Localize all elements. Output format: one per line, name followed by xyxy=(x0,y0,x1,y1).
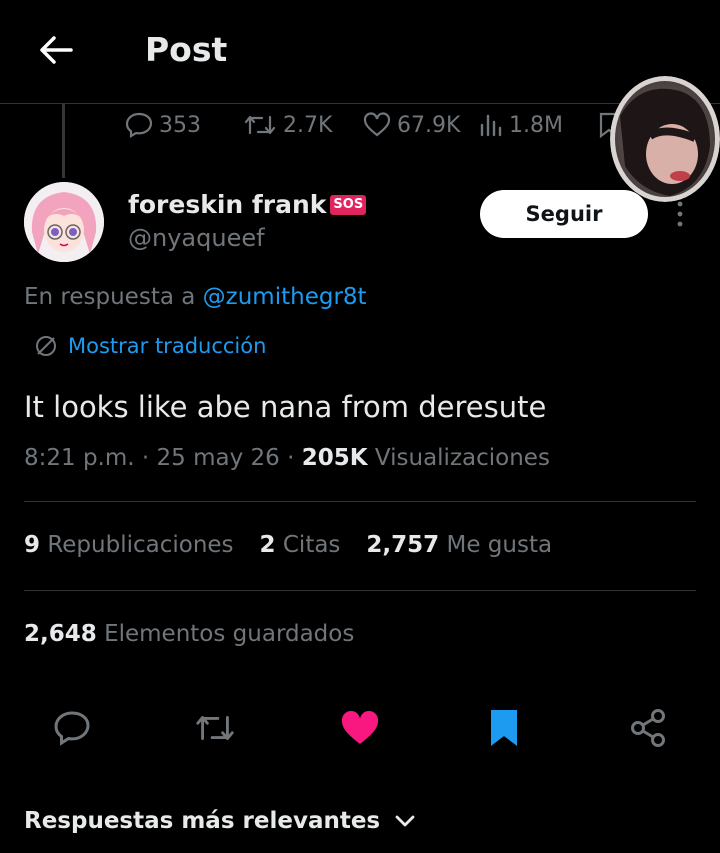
bookmark-button[interactable] xyxy=(482,706,526,750)
author-name[interactable]: foreskin frank SOS xyxy=(128,190,367,219)
meta-separator-1: · xyxy=(141,445,150,471)
share-button[interactable] xyxy=(626,706,670,750)
reposts-stat-count: 9 xyxy=(24,532,41,558)
tweet-views-count: 205K xyxy=(301,445,368,471)
anime-avatar-icon xyxy=(24,182,104,262)
view-count-label: 1.8M xyxy=(509,112,563,138)
quotes-stat-count: 2 xyxy=(259,532,276,558)
tweet-views-label: Visualizaciones xyxy=(374,445,550,471)
divider xyxy=(24,590,696,591)
sort-replies-label: Respuestas más relevantes xyxy=(24,808,381,834)
show-translation-button[interactable]: Mostrar traducción xyxy=(34,334,266,358)
reposts-stat-label: Republicaciones xyxy=(47,532,234,558)
profile-photo-icon xyxy=(610,76,720,202)
like-button[interactable] xyxy=(338,706,382,750)
reply-count-label: 353 xyxy=(159,112,201,138)
author-avatar[interactable] xyxy=(24,182,104,262)
divider xyxy=(24,501,696,502)
reply-prefix: En respuesta a xyxy=(24,284,196,310)
sos-emoji-badge: SOS xyxy=(330,194,367,215)
more-options-button[interactable] xyxy=(672,200,688,228)
repost-button[interactable] xyxy=(193,706,237,750)
view-count[interactable]: 1.8M xyxy=(479,110,563,140)
author-name-label: foreskin frank xyxy=(128,190,327,219)
bookmarks-stat-label: Elementos guardados xyxy=(104,621,355,647)
likes-stat-count: 2,757 xyxy=(366,532,440,558)
show-translation-label: Mostrar traducción xyxy=(68,334,267,358)
bookmark-filled-icon xyxy=(491,710,517,746)
repost-count-label: 2.7K xyxy=(283,112,333,138)
back-arrow-icon xyxy=(40,36,73,64)
reply-icon xyxy=(54,711,90,746)
back-button[interactable] xyxy=(36,30,76,70)
bookmarks-stat[interactable]: 2,648 Elementos guardados xyxy=(24,621,354,647)
follow-button[interactable]: Seguir xyxy=(480,190,648,238)
reply-context: En respuesta a @zumithegr8t xyxy=(24,284,367,310)
reply-mention-link[interactable]: @zumithegr8t xyxy=(203,284,367,310)
like-count[interactable]: 67.9K xyxy=(363,110,460,140)
repost-count[interactable]: 2.7K xyxy=(243,110,332,140)
meta-separator-2: · xyxy=(287,445,295,471)
reposts-stat[interactable]: 9 Republicaciones xyxy=(24,532,234,558)
quotes-stat[interactable]: 2 Citas xyxy=(260,532,341,558)
thread-line xyxy=(62,104,65,178)
sort-replies-dropdown[interactable]: Respuestas más relevantes xyxy=(24,808,416,834)
page-title: Post xyxy=(145,30,228,69)
likes-stat[interactable]: 2,757 Me gusta xyxy=(366,532,552,558)
author-handle[interactable]: @nyaqueef xyxy=(128,224,265,252)
reply-button[interactable] xyxy=(50,706,94,750)
repost-icon xyxy=(244,115,276,135)
top-bar xyxy=(0,0,720,104)
bookmarks-stat-count: 2,648 xyxy=(24,621,97,647)
reply-icon xyxy=(125,112,153,138)
tweet-text: It looks like abe nana from deresute xyxy=(24,390,547,424)
like-count-label: 67.9K xyxy=(397,112,461,138)
share-icon xyxy=(631,709,665,747)
heart-outline-icon xyxy=(363,112,391,137)
views-icon xyxy=(480,114,502,137)
likes-stat-label: Me gusta xyxy=(446,532,553,558)
quotes-stat-label: Citas xyxy=(282,532,341,558)
tweet-date[interactable]: 25 may 26 xyxy=(157,445,280,471)
heart-filled-icon xyxy=(341,710,379,744)
tweet-time[interactable]: 8:21 p.m. xyxy=(24,445,135,471)
repost-icon xyxy=(196,716,234,740)
chevron-down-icon xyxy=(395,815,415,827)
tweet-meta: 8:21 p.m. · 25 may 26 · 205K Visualizaci… xyxy=(24,445,550,471)
translate-icon xyxy=(36,336,56,356)
engagement-stats: 9 Republicaciones 2 Citas 2,757 Me gusta xyxy=(24,532,552,558)
more-vertical-icon xyxy=(677,201,683,227)
reply-count[interactable]: 353 xyxy=(125,110,201,140)
floating-profile-avatar[interactable] xyxy=(610,76,720,202)
